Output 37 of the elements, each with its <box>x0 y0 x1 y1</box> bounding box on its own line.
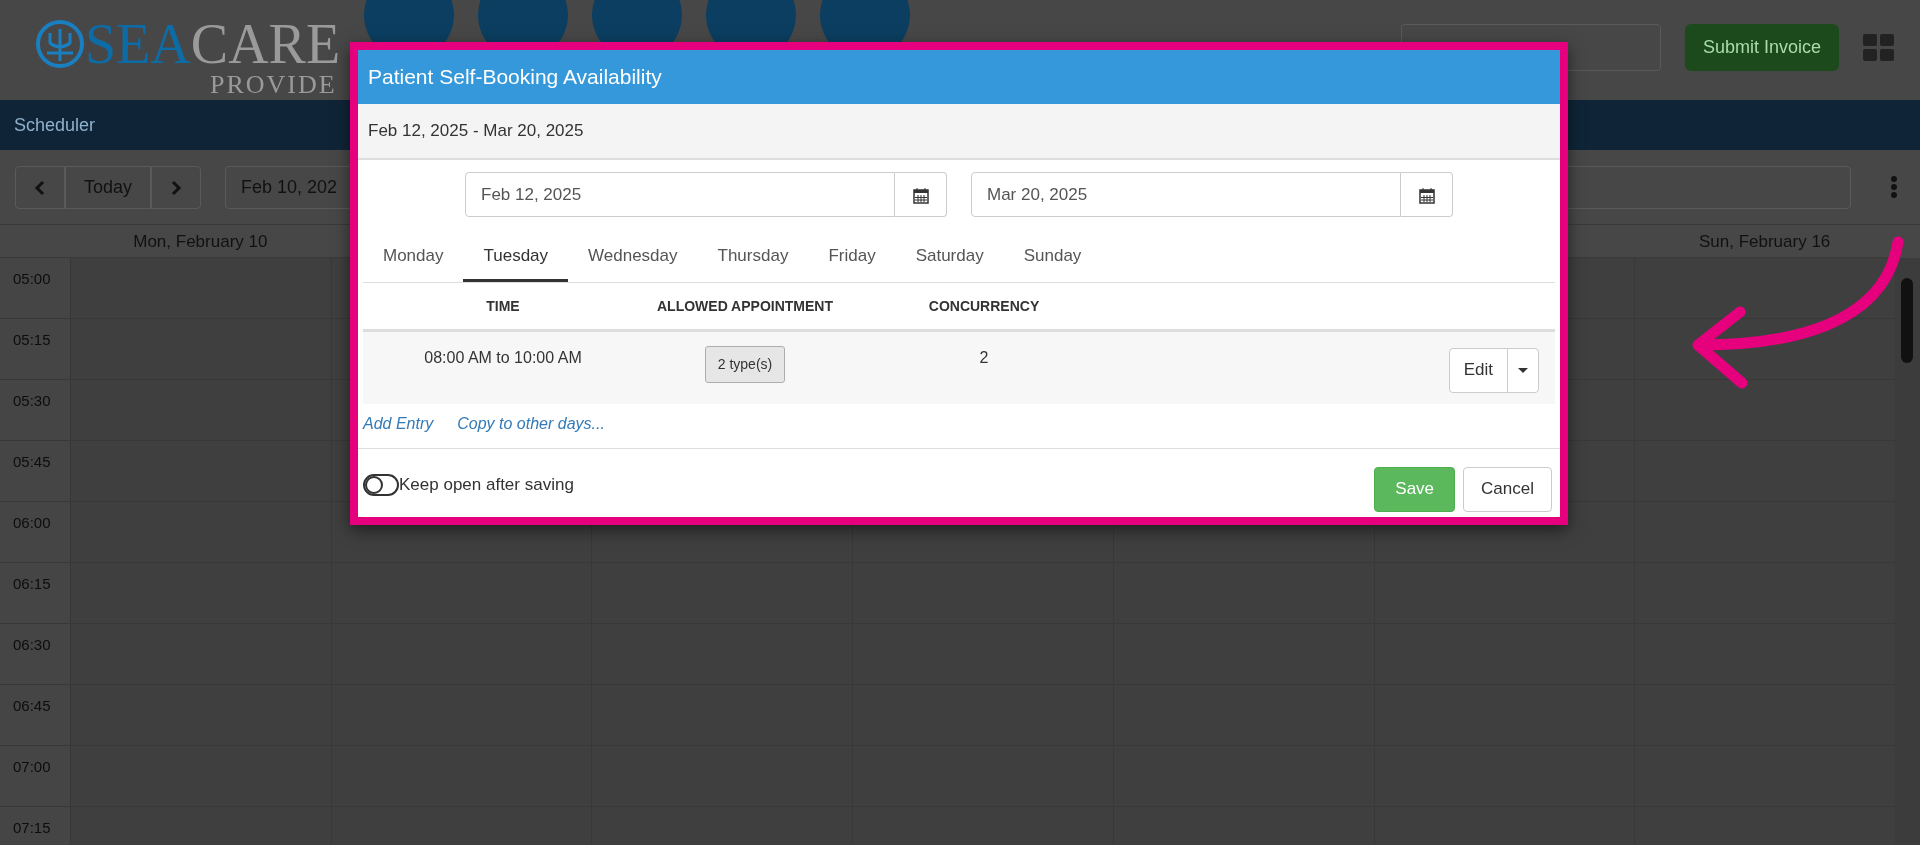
day-tab[interactable]: Sunday <box>1003 233 1102 282</box>
next-button[interactable] <box>151 165 202 209</box>
toggle-switch[interactable] <box>363 474 399 496</box>
logo-text: SEA <box>85 16 191 72</box>
kebab-menu-icon[interactable] <box>1891 176 1897 198</box>
chevron-right-icon <box>170 179 183 196</box>
end-date-field[interactable]: Mar 20, 2025 <box>971 172 1401 217</box>
logo-subtitle: PROVIDE <box>210 72 338 98</box>
time-range-cell: 08:00 AM to 10:00 AM <box>424 348 582 366</box>
grid-menu-icon[interactable] <box>1863 33 1895 62</box>
chevron-left-icon <box>34 179 46 196</box>
day-tab[interactable]: Thursday <box>697 233 809 282</box>
cancel-button[interactable]: Cancel <box>1463 466 1552 512</box>
day-tab[interactable]: Wednesday <box>568 233 698 282</box>
calendar-button[interactable] <box>1401 172 1453 217</box>
appointment-types-button[interactable]: 2 type(s) <box>704 345 786 383</box>
logo-text: CARE <box>190 16 341 72</box>
concurrency-cell: 2 <box>979 348 989 366</box>
day-tab[interactable]: Monday <box>363 233 464 282</box>
submit-invoice-button[interactable]: Submit Invoice <box>1684 24 1839 71</box>
previous-button[interactable] <box>15 165 65 209</box>
trident-logo-icon <box>35 19 85 69</box>
day-tab[interactable]: Saturday <box>895 233 1004 282</box>
toggle-label: Keep open after saving <box>399 474 574 497</box>
calendar-icon <box>1418 186 1435 204</box>
calendar-button[interactable] <box>895 172 947 217</box>
action-link[interactable]: Add Entry <box>363 411 434 436</box>
start-date-field[interactable]: Feb 12, 2025 <box>465 172 895 217</box>
action-link[interactable]: Copy to other days... <box>457 411 605 436</box>
date-range-text: Feb 12, 2025 - Mar 20, 2025 <box>368 120 584 143</box>
day-tab[interactable]: Tuesday <box>463 233 569 282</box>
caret-icon <box>1518 367 1528 374</box>
dialog-title: Patient Self-Booking Availability <box>368 64 662 91</box>
calendar-icon <box>912 186 929 204</box>
day-tab[interactable]: Friday <box>808 233 896 282</box>
scrollbar[interactable] <box>1895 258 1920 845</box>
scrollbar-thumb[interactable] <box>1901 278 1913 363</box>
